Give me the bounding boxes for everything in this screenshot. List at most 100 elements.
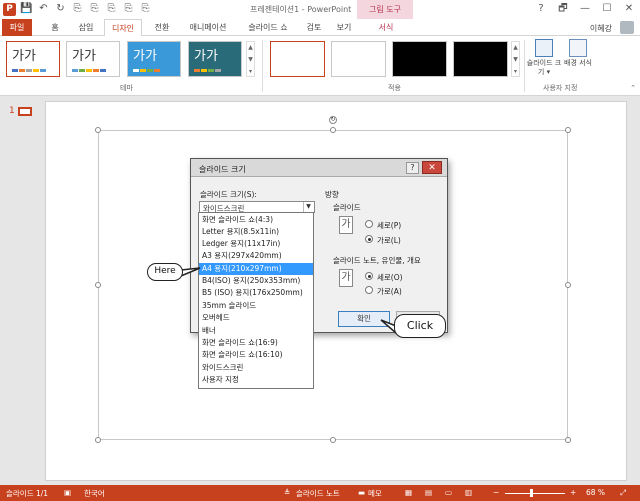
zoom-out-icon[interactable]: − [493,488,499,497]
normal-view-icon[interactable]: ▦ [405,488,412,497]
theme-thumbnail-3[interactable]: 가가 [127,41,181,77]
minimize-icon[interactable]: — [574,0,596,17]
list-item[interactable]: 화면 슬라이드 쇼(16:9) [199,337,313,349]
resize-handle[interactable] [95,282,101,288]
ribbon-design: 가가 가가 가가 가가 ▲ ▼ ▾ 테마 ▲ ▼ ▾ 적용 슬라이드 크기 ▾ 배경 서… [0,36,640,96]
theme-thumbnail-2[interactable]: 가가 [66,41,120,77]
ribbon-display-icon[interactable]: 🗗 [552,0,574,17]
notes-button[interactable]: 슬라이드 노트 [296,488,340,499]
zoom-in-icon[interactable]: + [570,488,576,497]
variants-gallery-scroll[interactable]: ▲ ▼ ▾ [511,41,520,77]
notes-portrait-radio[interactable] [365,272,373,280]
save-icon[interactable]: 💾 [20,2,33,16]
theme-thumbnail-4[interactable]: 가가 [188,41,242,77]
tab-view[interactable]: 보기 [332,19,356,36]
variant-thumbnail-3[interactable] [392,41,447,77]
slides-portrait-radio[interactable] [365,220,373,228]
tab-home[interactable]: 홈 [44,19,66,36]
list-item[interactable]: 화면 슬라이드 쇼(16:10) [199,349,313,361]
slide-thumbnail[interactable] [18,107,32,116]
comments-button[interactable]: 메모 [368,488,382,499]
list-item[interactable]: A3 용지(297x420mm) [199,250,313,262]
tab-slideshow[interactable]: 슬라이드 쇼 [240,19,296,36]
dialog-title: 슬라이드 크기 [199,165,246,174]
list-item[interactable]: 사용자 지정 [199,374,313,386]
spellcheck-icon[interactable]: ▣ [64,488,71,497]
list-item[interactable]: 배너 [199,325,313,337]
dialog-close-button[interactable]: ✕ [422,161,442,174]
user-name[interactable]: 이혜강 [590,23,612,34]
resize-handle[interactable] [95,127,101,133]
collapse-ribbon-icon[interactable]: ⌃ [630,84,636,92]
slide-size-dropdown-list: 화면 슬라이드 쇼(4:3) Letter 용지(8.5x11in) Ledge… [198,212,314,389]
comments-icon[interactable]: ▬ [358,488,365,497]
themes-gallery-scroll[interactable]: ▲ ▼ ▾ [246,41,255,77]
slide-sorter-icon[interactable]: ▤ [425,488,432,497]
list-item[interactable]: 화면 슬라이드 쇼(4:3) [199,214,313,226]
slide-size-button[interactable]: 슬라이드 크기 ▾ [526,39,562,77]
slideshow-icon[interactable]: ▥ [465,488,472,497]
ok-button[interactable]: 확인 [338,311,390,327]
avatar[interactable] [620,21,634,34]
variant-thumbnail-1[interactable] [270,41,325,77]
qat-item-icon[interactable]: ⎘ [71,2,84,16]
list-item[interactable]: B5 (ISO) 용지(176x250mm) [199,287,313,299]
tab-design[interactable]: 디자인 [104,19,142,37]
list-item[interactable]: Letter 용지(8.5x11in) [199,226,313,238]
group-separator [524,40,525,92]
list-item[interactable]: 35mm 슬라이드 [199,300,313,312]
zoom-slider[interactable] [505,493,565,494]
slides-portrait-label: 세로(P) [377,221,402,230]
resize-handle[interactable] [565,437,571,443]
powerpoint-app-icon: P [3,3,16,16]
qat-item-icon[interactable]: ⎘ [139,2,152,16]
slides-landscape-radio[interactable] [365,235,373,243]
list-item[interactable]: B4(ISO) 용지(250x353mm) [199,275,313,287]
format-background-button[interactable]: 배경 서식 [560,39,596,68]
variant-thumbnail-2[interactable] [331,41,386,77]
tab-review[interactable]: 검토 [302,19,326,36]
language-indicator[interactable]: 한국어 [84,488,105,499]
tab-insert[interactable]: 삽입 [72,19,100,36]
variant-thumbnail-4[interactable] [453,41,508,77]
qat-item-icon[interactable]: ⎘ [105,2,118,16]
click-callout: Click [394,314,446,338]
orientation-label: 방향 [325,190,339,199]
tab-format[interactable]: 서식 [372,19,400,36]
tab-animations[interactable]: 애니메이션 [180,19,236,36]
chevron-down-icon[interactable]: ▼ [303,202,313,212]
notes-icon[interactable]: ≜ [284,488,290,497]
reading-view-icon[interactable]: ▭ [445,488,452,497]
resize-handle[interactable] [330,127,336,133]
qat-item-icon[interactable]: ⎘ [122,2,135,16]
theme-thumbnail-office[interactable]: 가가 [6,41,60,77]
close-icon[interactable]: ✕ [618,0,640,17]
list-item[interactable]: 와이드스크린 [199,362,313,374]
rotate-handle[interactable]: ↻ [329,116,337,124]
maximize-icon[interactable]: ☐ [596,0,618,17]
resize-handle[interactable] [95,437,101,443]
dialog-help-button[interactable]: ? [406,162,419,174]
tab-file[interactable]: 파일 [2,19,32,36]
undo-icon[interactable]: ↶ [37,2,50,16]
resize-handle[interactable] [565,127,571,133]
slide-size-icon [535,39,553,57]
redo-icon[interactable]: ↻ [54,2,67,16]
window-controls: ? 🗗 — ☐ ✕ [530,0,640,17]
notes-landscape-radio[interactable] [365,286,373,294]
notes-portrait-label: 세로(O) [377,273,403,282]
list-item[interactable]: 오버헤드 [199,312,313,324]
help-icon[interactable]: ? [530,0,552,17]
here-callout: Here [147,263,183,281]
zoom-slider-handle[interactable] [530,489,533,497]
list-item-selected[interactable]: A4 용지(210x297mm) [199,263,313,275]
slides-orientation-label: 슬라이드 [333,203,361,212]
resize-handle[interactable] [565,282,571,288]
list-item[interactable]: Ledger 용지(11x17in) [199,238,313,250]
tab-transitions[interactable]: 전환 [148,19,176,36]
fit-to-window-icon[interactable]: ⤢ [620,488,626,498]
zoom-level[interactable]: 68 % [586,488,605,497]
themes-group-label: 테마 [120,84,133,92]
resize-handle[interactable] [330,437,336,443]
qat-item-icon[interactable]: ⎘ [88,2,101,16]
